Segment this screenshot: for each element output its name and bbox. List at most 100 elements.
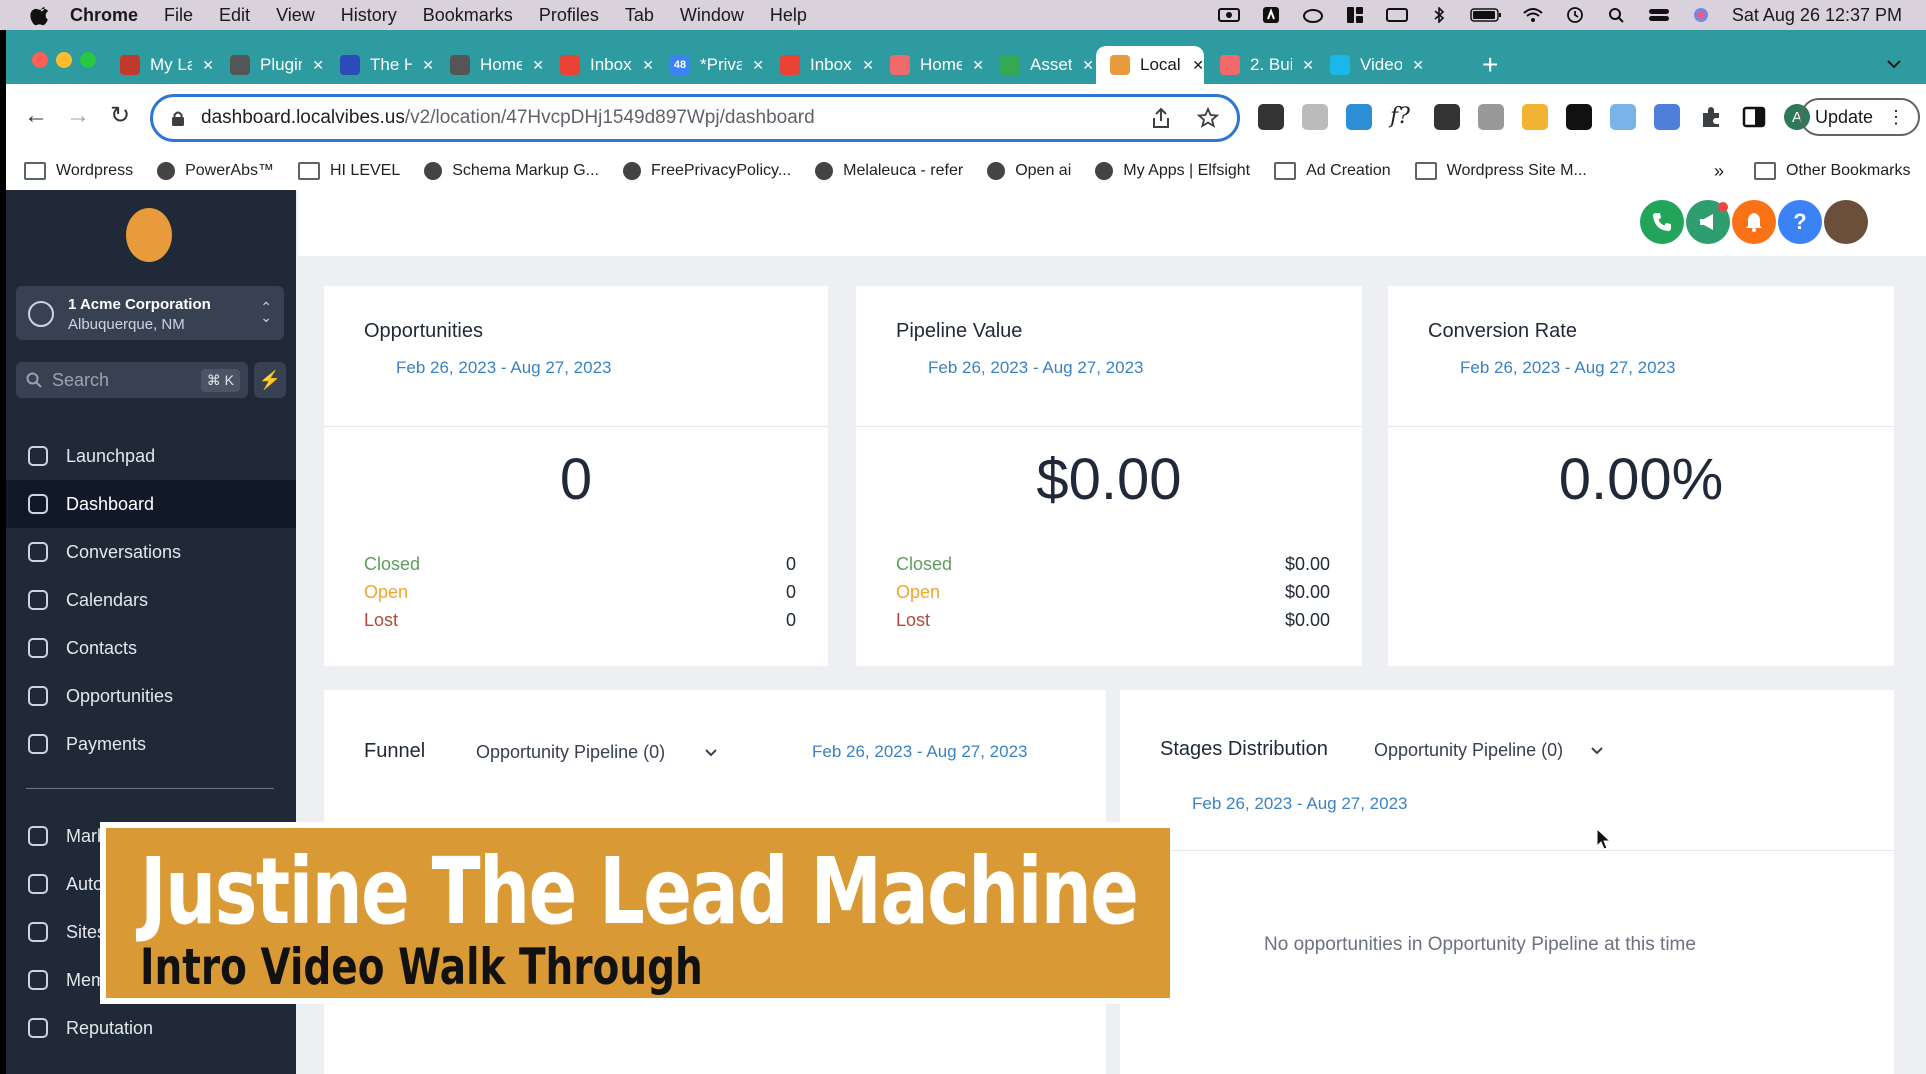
sidebar-item-reputation[interactable]: Reputation: [6, 1004, 296, 1052]
company-logo[interactable]: [126, 208, 172, 262]
close-tab-icon[interactable]: ✕: [1412, 57, 1424, 74]
battery-icon[interactable]: [1470, 7, 1502, 23]
bookmark-item[interactable]: PowerAbs™: [157, 162, 274, 180]
sidebar-item-calendars[interactable]: Calendars: [6, 576, 296, 624]
close-tab-icon[interactable]: ✕: [532, 57, 544, 74]
help-button[interactable]: ?: [1778, 200, 1822, 244]
browser-tab[interactable]: Assets ✕: [986, 46, 1094, 84]
extension-download-icon[interactable]: [1434, 104, 1460, 130]
window-layout-icon[interactable]: [1344, 7, 1366, 23]
extension-keyboard-icon[interactable]: [1654, 104, 1680, 130]
control-center-icon[interactable]: [1648, 7, 1670, 23]
sidebar-item-contacts[interactable]: Contacts: [6, 624, 296, 672]
sidebar-search[interactable]: Search ⌘ K: [16, 362, 248, 398]
close-tab-icon[interactable]: ✕: [1082, 57, 1094, 74]
close-tab-icon[interactable]: ✕: [642, 57, 654, 74]
extension-camera-icon[interactable]: [1478, 104, 1504, 130]
bluetooth-icon[interactable]: [1428, 7, 1450, 23]
browser-tab[interactable]: Inbox ✕: [546, 46, 654, 84]
bookmark-item[interactable]: Wordpress Site M...: [1414, 162, 1587, 180]
announcement-button[interactable]: [1686, 200, 1730, 244]
tab-search-chevron-icon[interactable]: [1886, 58, 1902, 70]
bookmark-item[interactable]: My Apps | Elfsight: [1095, 162, 1250, 180]
sidebar-item-dashboard[interactable]: Dashboard: [6, 480, 296, 528]
notifications-button[interactable]: [1732, 200, 1776, 244]
close-tab-icon[interactable]: ✕: [1302, 57, 1314, 74]
extensions-puzzle-icon[interactable]: [1698, 104, 1724, 130]
browser-tab[interactable]: The H ✕: [326, 46, 434, 84]
browser-tab[interactable]: 2. Buil ✕: [1206, 46, 1314, 84]
update-chrome-button[interactable]: Update ⋮: [1800, 98, 1920, 136]
browser-tab[interactable]: Home ✕: [876, 46, 984, 84]
sidebar-item-opportunities[interactable]: Opportunities: [6, 672, 296, 720]
menu-bookmarks[interactable]: Bookmarks: [423, 5, 513, 26]
date-range[interactable]: Feb 26, 2023 - Aug 27, 2023: [396, 358, 612, 378]
menu-profiles[interactable]: Profiles: [539, 5, 599, 26]
address-bar[interactable]: dashboard.localvibes.us/v2/location/47Hv…: [150, 94, 1240, 142]
extension-fx-icon[interactable]: f?: [1390, 104, 1416, 130]
bookmark-star-icon[interactable]: [1197, 107, 1219, 129]
keyboard-icon[interactable]: [1385, 7, 1408, 23]
extension-code-icon[interactable]: [1302, 104, 1328, 130]
browser-tab[interactable]: Home ✕: [436, 46, 544, 84]
account-switcher[interactable]: 1 Acme Corporation Albuquerque, NM ⌃ ⌄: [16, 286, 284, 340]
screen-record-icon[interactable]: [1217, 7, 1240, 23]
pipeline-dropdown[interactable]: Opportunity Pipeline (0): [1374, 740, 1563, 761]
menu-view[interactable]: View: [276, 5, 315, 26]
sidebar-item-conversations[interactable]: Conversations: [6, 528, 296, 576]
extension-sidebar-icon[interactable]: [1610, 104, 1636, 130]
menu-edit[interactable]: Edit: [219, 5, 250, 26]
forward-button[interactable]: →: [66, 104, 90, 128]
extension-puzzle-badge-icon[interactable]: [1346, 104, 1372, 130]
new-tab-button[interactable]: +: [1474, 46, 1498, 84]
bookmark-item[interactable]: Ad Creation: [1274, 162, 1391, 180]
date-range[interactable]: Feb 26, 2023 - Aug 27, 2023: [928, 358, 1144, 378]
bookmark-item[interactable]: Melaleuca - refer: [815, 162, 963, 180]
apple-menu-icon[interactable]: [30, 4, 52, 26]
quick-actions-bolt-icon[interactable]: ⚡: [254, 362, 286, 398]
bookmark-item[interactable]: FreePrivacyPolicy...: [622, 162, 791, 180]
reload-button[interactable]: ↻: [108, 104, 132, 128]
profile-avatar[interactable]: [1824, 200, 1868, 244]
browser-tab[interactable]: Videos ✕: [1316, 46, 1424, 84]
menu-history[interactable]: History: [341, 5, 397, 26]
zoom-window-button[interactable]: [80, 52, 96, 68]
minimize-window-button[interactable]: [56, 52, 72, 68]
bookmark-item[interactable]: Wordpress: [24, 162, 133, 180]
browser-tab[interactable]: Plugin ✕: [216, 46, 324, 84]
date-range[interactable]: Feb 26, 2023 - Aug 27, 2023: [1460, 358, 1676, 378]
back-button[interactable]: ←: [24, 104, 48, 128]
browser-tab[interactable]: My La ✕: [106, 46, 214, 84]
close-window-button[interactable]: [32, 52, 48, 68]
chevron-down-icon[interactable]: [704, 748, 718, 758]
side-panel-icon[interactable]: [1742, 105, 1766, 129]
time-machine-icon[interactable]: [1564, 7, 1586, 23]
bookmark-item[interactable]: Schema Markup G...: [424, 162, 599, 180]
phone-button[interactable]: [1640, 200, 1684, 244]
close-tab-icon[interactable]: ✕: [422, 57, 434, 74]
browser-tab[interactable]: Local V ✕: [1096, 46, 1204, 84]
menubar-datetime[interactable]: Sat Aug 26 12:37 PM: [1732, 5, 1902, 26]
sidebar-item-launchpad[interactable]: Launchpad: [6, 432, 296, 480]
wifi-icon[interactable]: [1522, 7, 1544, 23]
close-tab-icon[interactable]: ✕: [312, 57, 324, 74]
siri-icon[interactable]: [1690, 7, 1712, 23]
bookmark-item[interactable]: Open ai: [987, 162, 1071, 180]
spotlight-search-icon[interactable]: [1606, 7, 1628, 23]
bookmark-item[interactable]: HI LEVEL: [297, 162, 400, 180]
close-tab-icon[interactable]: ✕: [972, 57, 984, 74]
close-tab-icon[interactable]: ✕: [862, 57, 874, 74]
extension-keep-icon[interactable]: [1522, 104, 1548, 130]
extension-eyedropper-icon[interactable]: [1258, 104, 1284, 130]
bookmarks-overflow-icon[interactable]: »: [1714, 161, 1724, 182]
other-bookmarks[interactable]: Other Bookmarks: [1754, 162, 1910, 180]
close-tab-icon[interactable]: ✕: [752, 57, 764, 74]
browser-tab[interactable]: 48 *Privat ✕: [656, 46, 764, 84]
app-status-icon[interactable]: [1260, 7, 1282, 23]
pipeline-dropdown[interactable]: Opportunity Pipeline (0): [476, 742, 665, 763]
menu-help[interactable]: Help: [770, 5, 807, 26]
extension-notion-icon[interactable]: [1566, 104, 1592, 130]
menu-tab[interactable]: Tab: [625, 5, 654, 26]
browser-tab[interactable]: Inbox ✕: [766, 46, 874, 84]
menu-file[interactable]: File: [164, 5, 193, 26]
